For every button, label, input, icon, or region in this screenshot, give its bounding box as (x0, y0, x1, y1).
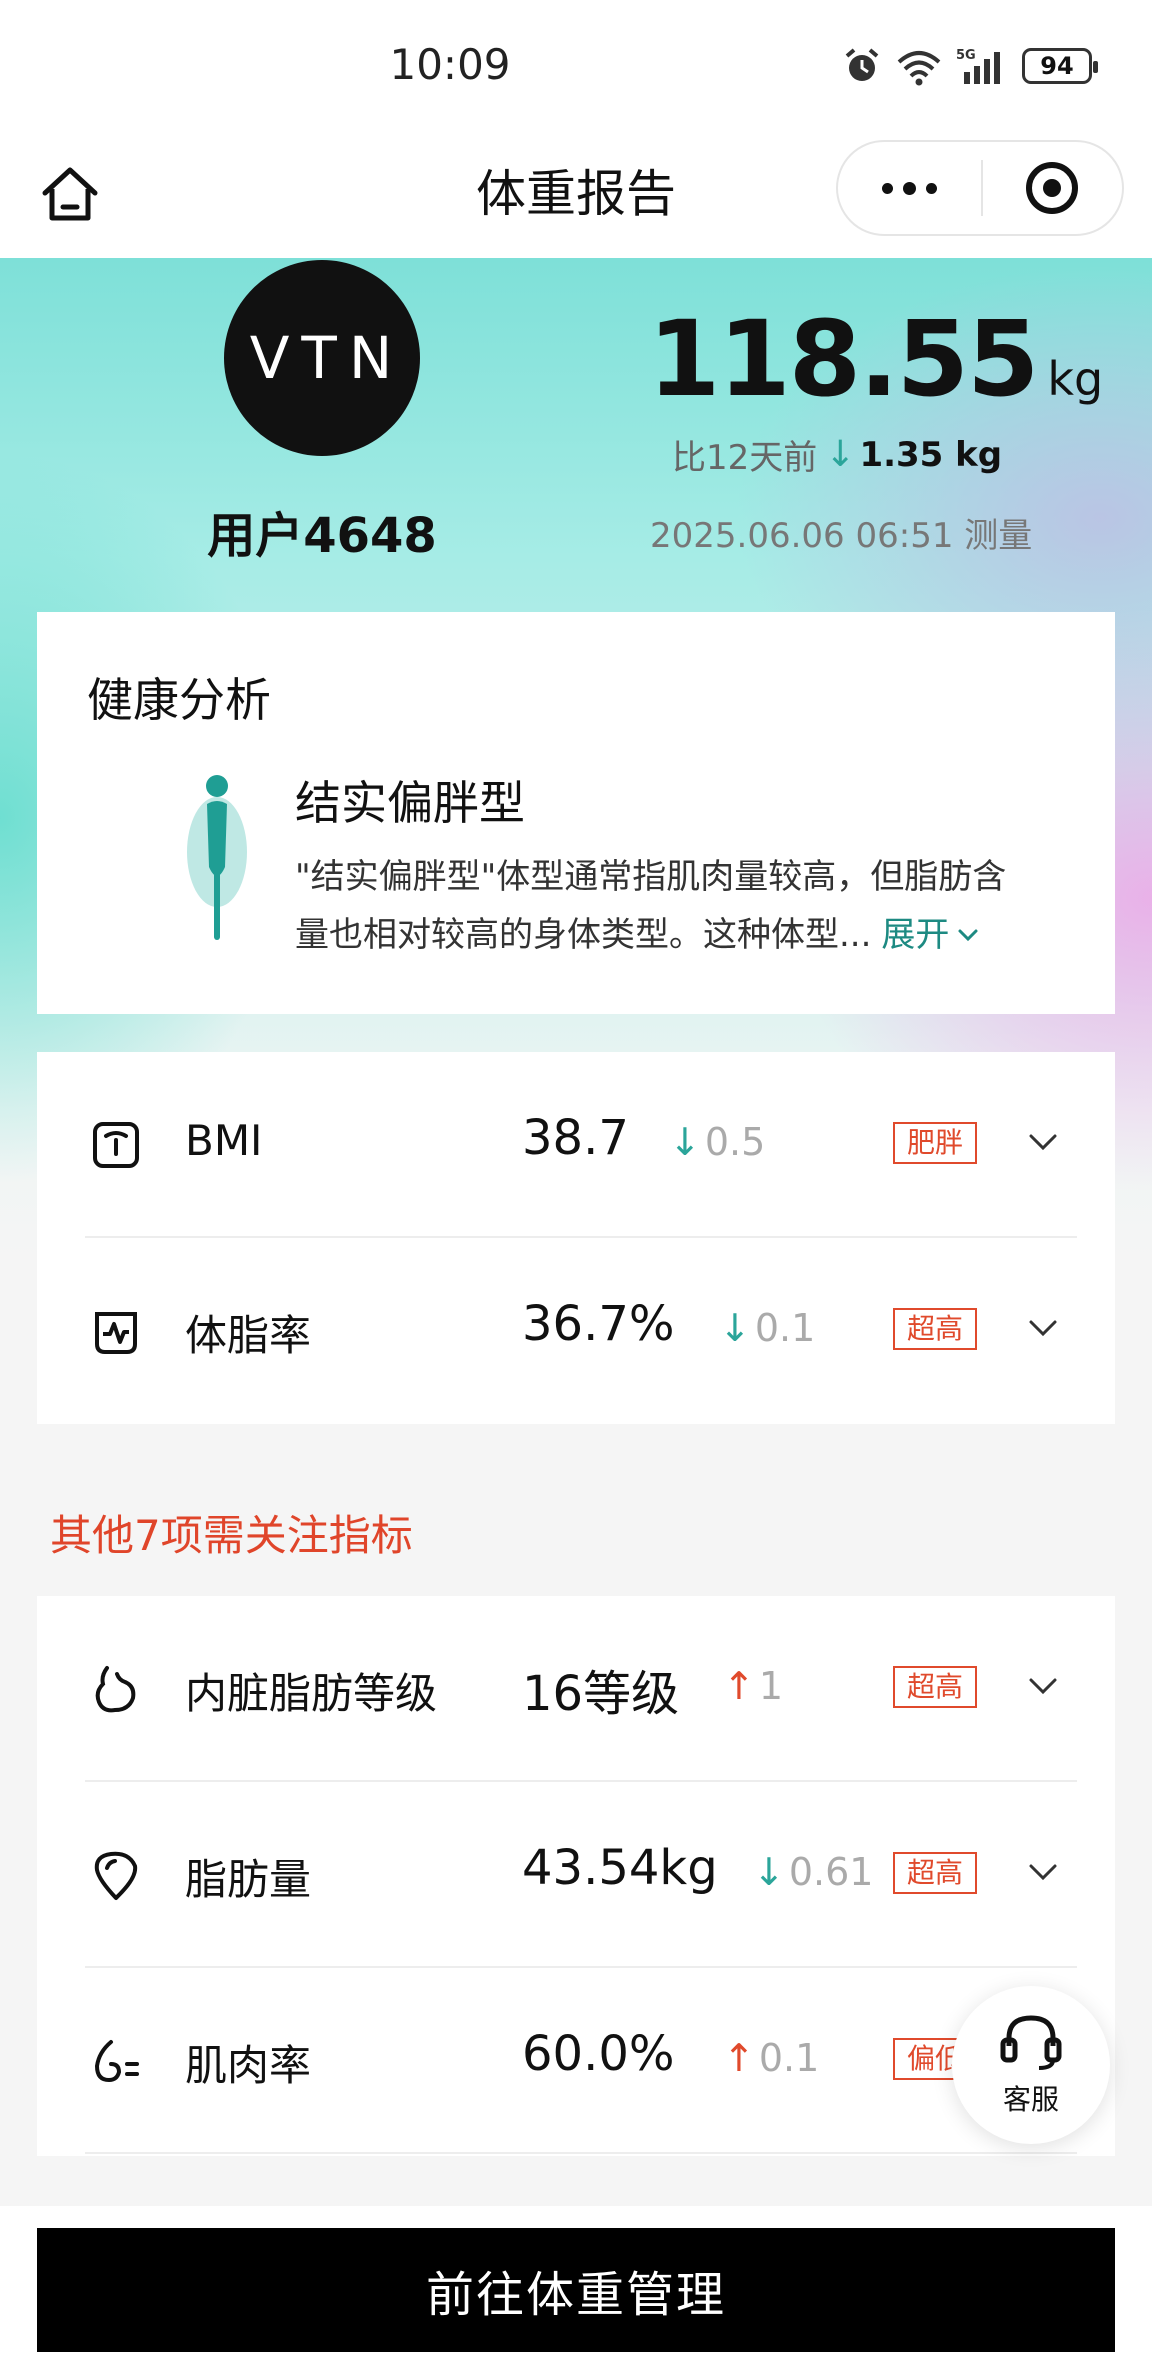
metric-change: ↑ 1 (723, 1664, 783, 1708)
expand-label: 展开 (881, 915, 950, 955)
more-button[interactable] (838, 142, 981, 234)
go-weight-management-button[interactable]: 前往体重管理 (37, 2228, 1115, 2352)
metric-name: BMI (185, 1116, 263, 1165)
metric-change: ↓ 0.5 (669, 1120, 765, 1164)
status-badge: 超高 (893, 1852, 978, 1894)
wifi-icon (897, 51, 941, 86)
status-icons: 5G 94 (842, 46, 1098, 86)
chevron-down-icon (1029, 1320, 1057, 1337)
bottom-action-bar: 前往体重管理 (0, 2206, 1152, 2376)
description-line-2: 量也相对较高的身体类型。这种体型... (295, 915, 872, 955)
metric-change: ↓ 0.1 (719, 1306, 815, 1350)
expand-button[interactable]: 展开 (881, 906, 981, 964)
health-analysis-card: 健康分析 结实偏胖型 "结实偏胖型"体型通常指肌肉量较高，但脂肪含 量也相对较高… (37, 612, 1115, 1014)
cellular-signal-icon: 5G (956, 48, 1000, 84)
weight-report-page: 10:09 5G 94 体重报告 VTN 用户4648 118.55 kg 比1… (0, 0, 1152, 2376)
status-time: 10:09 (389, 40, 511, 89)
close-miniprogram-button[interactable] (983, 142, 1122, 234)
visceral-fat-icon (95, 1666, 136, 1713)
metric-change-value: 0.61 (788, 1850, 874, 1894)
status-badge: 超高 (893, 1308, 978, 1350)
current-weight: 118.55 kg (648, 298, 1103, 420)
body-type-description: "结实偏胖型"体型通常指肌肉量较高，但脂肪含 量也相对较高的身体类型。这种体型.… (295, 848, 1075, 964)
metric-name: 肌肉率 (185, 2041, 312, 2090)
metric-change: ↓ 0.61 (753, 1850, 873, 1894)
metric-row-fat-mass[interactable]: 脂肪量 43.54kg ↓ 0.61 超高 (37, 1782, 1115, 1968)
measure-timestamp: 2025.06.06 06:51 测量 (650, 516, 1033, 556)
battery-indicator: 94 (1022, 48, 1098, 84)
body-fat-icon (95, 1312, 137, 1354)
chevron-down-icon (1029, 1678, 1057, 1695)
description-line-1: "结实偏胖型"体型通常指肌肉量较高，但脂肪含 (295, 857, 1007, 897)
down-arrow-icon: ↓ (719, 1306, 751, 1350)
fat-mass-icon (94, 1851, 138, 1900)
weight-unit: kg (1047, 352, 1104, 406)
key-metrics-card: BMI 38.7 ↓ 0.5 肥胖 体脂率 36.7% ↓ 0.1 超高 (37, 1052, 1115, 1424)
battery-level: 94 (1040, 52, 1074, 80)
compare-prefix: 比12天前 (672, 438, 818, 478)
chevron-down-icon (1029, 1864, 1057, 1881)
metric-change-value: 0.1 (758, 2036, 820, 2080)
mini-program-capsule (836, 140, 1124, 236)
status-badge: 肥胖 (893, 1122, 978, 1164)
up-arrow-icon: ↑ (723, 1664, 755, 1708)
description-line-2-row: 量也相对较高的身体类型。这种体型... 展开 (295, 906, 1075, 964)
metric-value: 38.7 (522, 1110, 629, 1166)
customer-service-button[interactable]: 客服 (952, 1986, 1110, 2144)
target-icon (1026, 162, 1079, 214)
metric-change-value: 0.1 (754, 1306, 816, 1350)
metric-change-value: 0.5 (704, 1120, 766, 1164)
body-type-figure-icon (187, 775, 247, 940)
metric-name: 体脂率 (185, 1311, 312, 1360)
customer-service-label: 客服 (1002, 2083, 1059, 2116)
metric-name: 脂肪量 (185, 1855, 312, 1904)
down-arrow-icon: ↓ (825, 434, 856, 475)
health-analysis-title: 健康分析 (87, 673, 271, 727)
metric-change: ↑ 0.1 (723, 2036, 819, 2080)
compare-delta: 1.35 kg (859, 434, 1003, 475)
alarm-icon (845, 48, 879, 81)
status-bar: 10:09 5G 94 (0, 0, 1152, 130)
metric-value: 36.7% (522, 1296, 675, 1352)
chevron-down-icon (958, 929, 978, 942)
navigation-bar: 体重报告 (0, 130, 1152, 260)
profile-summary: VTN 用户4648 118.55 kg 比12天前 ↓ 1.35 kg 202… (0, 258, 1152, 608)
more-dot (903, 181, 916, 195)
weight-comparison: 比12天前 ↓ 1.35 kg (672, 430, 1002, 479)
username: 用户4648 (207, 508, 437, 564)
bmi-icon (93, 1122, 139, 1168)
metric-value: 60.0% (522, 2026, 675, 2082)
weight-value: 118.55 (648, 298, 1039, 420)
brand-logo: VTN (224, 260, 420, 456)
metric-value: 43.54kg (522, 1840, 718, 1896)
up-arrow-icon: ↑ (723, 2036, 755, 2080)
down-arrow-icon: ↓ (669, 1120, 701, 1164)
other-metrics-section-label: 其他7项需关注指标 (50, 1511, 413, 1560)
row-divider (85, 2152, 1077, 2154)
status-badge: 超高 (893, 1666, 978, 1708)
headset-icon (1000, 2015, 1062, 2070)
muscle-rate-icon (94, 2040, 139, 2083)
metric-row-body-fat[interactable]: 体脂率 36.7% ↓ 0.1 超高 (37, 1238, 1115, 1424)
home-icon (42, 167, 98, 221)
metric-change-value: 1 (758, 1664, 784, 1708)
svg-text:5G: 5G (956, 48, 976, 63)
down-arrow-icon: ↓ (753, 1850, 785, 1894)
body-type-name: 结实偏胖型 (295, 776, 525, 830)
metric-name: 内脏脂肪等级 (185, 1669, 438, 1718)
home-button[interactable] (34, 158, 106, 230)
more-dot (926, 182, 937, 194)
metric-row-bmi[interactable]: BMI 38.7 ↓ 0.5 肥胖 (37, 1052, 1115, 1238)
metric-row-visceral-fat[interactable]: 内脏脂肪等级 16等级 ↑ 1 超高 (37, 1596, 1115, 1782)
page-title: 体重报告 (476, 165, 676, 223)
chevron-down-icon (1029, 1134, 1057, 1151)
more-dot (882, 182, 893, 194)
metric-value: 16等级 (522, 1666, 680, 1722)
